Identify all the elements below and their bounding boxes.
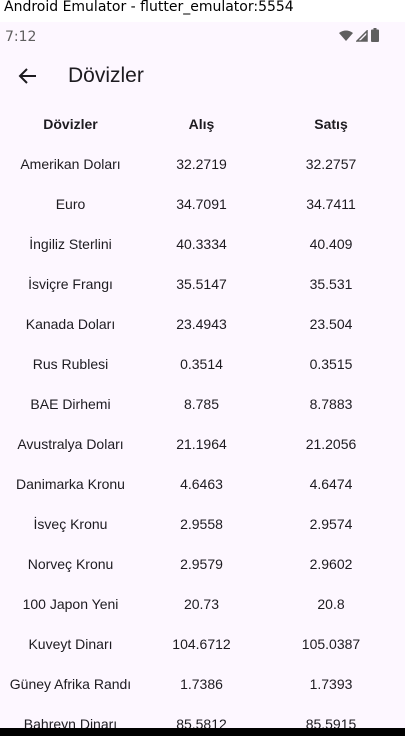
battery-icon: [371, 28, 379, 47]
buy-price-cell: 4.6463: [180, 476, 223, 492]
buy-price-cell: 2.9558: [180, 516, 223, 532]
currency-name-cell: Güney Afrika Randı: [9, 676, 132, 692]
table-row: Euro 34.7091 34.7411: [0, 184, 405, 224]
currency-name-cell: Euro: [55, 196, 86, 212]
sell-price-cell: 35.531: [309, 276, 353, 292]
table-header-row: Dövizler Alış Satış: [0, 104, 405, 144]
currency-name-cell: Danimarka Kronu: [16, 476, 125, 492]
arrow-back-icon: [18, 66, 38, 91]
table-row: 100 Japon Yeni 20.73 20.8: [0, 584, 405, 624]
sell-price-cell: 4.6474: [309, 476, 353, 492]
buy-price-cell: 23.4943: [176, 316, 227, 332]
buy-price-cell: 0.3514: [180, 356, 223, 372]
app-bar: Dövizler: [0, 50, 405, 106]
sell-price-cell: 21.2056: [305, 436, 357, 452]
table-row: Avustralya Doları 21.1964 21.2056: [0, 424, 405, 464]
currency-name-cell: İsviçre Frangı: [28, 276, 113, 292]
table-row: İsveç Kronu 2.9558 2.9574: [0, 504, 405, 544]
status-icons: [339, 28, 379, 47]
currency-name-cell: Amerikan Doları: [20, 156, 121, 172]
buy-price-cell: 32.2719: [176, 156, 227, 172]
column-header-buy: Alış: [188, 116, 215, 132]
buy-price-cell: 34.7091: [176, 196, 227, 212]
currency-name-cell: Kanada Doları: [25, 316, 116, 332]
currency-name-cell: Rus Rublesi: [32, 356, 109, 372]
buy-price-cell: 8.785: [183, 396, 220, 412]
table-row: İsviçre Frangı 35.5147 35.531: [0, 264, 405, 304]
table-row: İngiliz Sterlini 40.3334 40.409: [0, 224, 405, 264]
table-row: Güney Afrika Randı 1.7386 1.7393: [0, 664, 405, 704]
currency-name-cell: Norveç Kronu: [27, 556, 114, 572]
buy-price-cell: 20.73: [183, 596, 220, 612]
navigation-bar: [0, 728, 405, 736]
sell-price-cell: 2.9602: [309, 556, 353, 572]
currency-name-cell: 100 Japon Yeni: [22, 596, 119, 612]
wifi-icon: [339, 29, 353, 47]
phone-screen: 7:12 Dövizler Dövizler Alış Satış Amerik…: [0, 22, 405, 736]
currency-name-cell: BAE Dirhemi: [30, 396, 111, 412]
signal-icon: [355, 28, 368, 47]
sell-price-cell: 34.7411: [306, 196, 356, 212]
buy-price-cell: 1.7386: [180, 676, 223, 692]
currency-name-cell: Avustralya Doları: [17, 436, 124, 452]
buy-price-cell: 21.1964: [176, 436, 227, 452]
currency-table: Dövizler Alış Satış Amerikan Doları 32.27…: [0, 104, 405, 736]
currency-name-cell: Kuveyt Dinarı: [28, 636, 113, 652]
table-row: BAE Dirhemi 8.785 8.7883: [0, 384, 405, 424]
table-row: Amerikan Doları 32.2719 32.2757: [0, 144, 405, 184]
table-row: Danimarka Kronu 4.6463 4.6474: [0, 464, 405, 504]
currency-name-cell: İsveç Kronu: [33, 516, 108, 532]
sell-price-cell: 0.3515: [309, 356, 353, 372]
sell-price-cell: 20.8: [317, 596, 345, 612]
back-button[interactable]: [8, 58, 48, 98]
column-header-name: Dövizler: [43, 116, 98, 132]
table-row: Kanada Doları 23.4943 23.504: [0, 304, 405, 344]
page-title: Dövizler: [68, 64, 144, 87]
sell-price-cell: 32.2757: [305, 156, 357, 172]
sell-price-cell: 40.409: [309, 236, 353, 252]
buy-price-cell: 2.9579: [180, 556, 223, 572]
sell-price-cell: 8.7883: [309, 396, 353, 412]
buy-price-cell: 35.5147: [176, 276, 227, 292]
table-row: Kuveyt Dinarı 104.6712 105.0387: [0, 624, 405, 664]
table-row: Rus Rublesi 0.3514 0.3515: [0, 344, 405, 384]
status-time: 7:12: [5, 29, 37, 45]
column-header-sell: Satış: [314, 116, 348, 132]
sell-price-cell: 1.7393: [309, 676, 353, 692]
table-body: Amerikan Doları 32.2719 32.2757 Euro 34.7091…: [0, 144, 405, 736]
sell-price-cell: 105.0387: [301, 636, 361, 652]
sell-price-cell: 2.9574: [309, 516, 353, 532]
buy-price-cell: 104.6712: [172, 636, 231, 652]
sell-price-cell: 23.504: [309, 316, 353, 332]
table-row: Norveç Kronu 2.9579 2.9602: [0, 544, 405, 584]
buy-price-cell: 40.3334: [176, 236, 227, 252]
currency-name-cell: İngiliz Sterlini: [29, 236, 112, 252]
status-bar: 7:12: [0, 22, 405, 50]
emulator-window-title: Android Emulator - flutter_emulator:5554: [0, 0, 405, 22]
